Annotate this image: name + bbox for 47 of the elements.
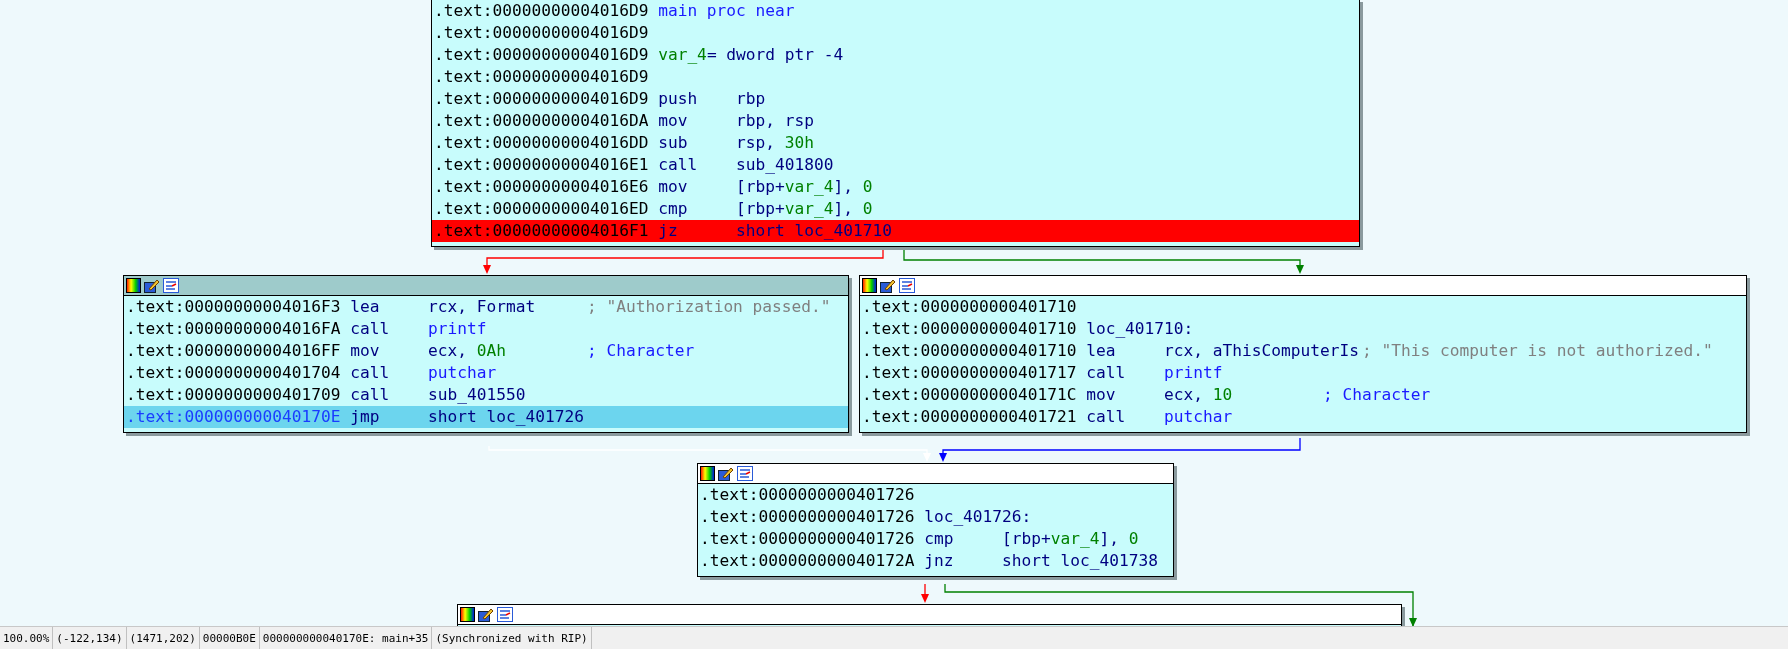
code-line[interactable]: .text:00000000004016D9 var_4= dword ptr -4 [432, 44, 1359, 66]
pencil-icon[interactable] [144, 278, 160, 293]
pencil-icon[interactable] [718, 466, 734, 481]
color-palette-icon[interactable] [862, 278, 877, 293]
graph-icon[interactable] [163, 278, 179, 293]
status-text: (Synchronized with RIP) [432, 627, 592, 649]
code-line[interactable]: .text:00000000004016F3 lea rcx, Format ; "Authorization passed." [124, 296, 848, 318]
code-line[interactable]: .text:00000000004016DD sub rsp, 30h [432, 132, 1359, 154]
code-line[interactable]: .text:0000000000401726 [698, 484, 1173, 506]
code-line[interactable]: .text:0000000000401726 loc_401726: [698, 506, 1173, 528]
graph-icon[interactable] [899, 278, 915, 293]
code-block[interactable] [859, 275, 1747, 433]
code-line[interactable]: .text:0000000000401710 [860, 296, 1746, 318]
status-text: 100.00% [0, 627, 54, 649]
code-line[interactable]: .text:00000000004016DA mov rbp, rsp [432, 110, 1359, 132]
pencil-icon[interactable] [880, 278, 896, 293]
graph-icon[interactable] [737, 466, 753, 481]
code-line[interactable]: .text:0000000000401710 loc_401710: [860, 318, 1746, 340]
status-text: 00000B0E [199, 627, 260, 649]
code-line[interactable]: .text:00000000004016D9 [432, 22, 1359, 44]
status-text: 000000000040170E: main+35 [259, 627, 433, 649]
code-line[interactable]: .text:00000000004016FA call printf [124, 318, 848, 340]
color-palette-icon[interactable] [126, 278, 141, 293]
graph-icon[interactable] [497, 607, 513, 622]
status-text: (-122,134) [53, 627, 127, 649]
code-line[interactable]: .text:000000000040172A jnz short loc_401738 [698, 550, 1173, 572]
code-block[interactable]: .text:0000000000401726 .text:0000000000401726 loc_401726: .text:0000000000401726 cmp [rbp+var_4], 0 .text:000000000040172A jnz short loc_401738 [697, 463, 1174, 577]
code-line[interactable]: .text:0000000000401726 cmp [rbp+var_4], 0 [698, 528, 1173, 550]
color-palette-icon[interactable] [700, 466, 715, 481]
code-line[interactable]: .text:00000000004016E6 mov [rbp+var_4], 0 [432, 176, 1359, 198]
code-block[interactable] [123, 275, 849, 433]
code-line[interactable]: .text:00000000004016FF mov ecx, 0Ah ; Character [124, 340, 848, 362]
code-line[interactable]: .text:00000000004016D9 main proc near [432, 0, 1359, 22]
code-line[interactable]: .text:00000000004016D9 push rbp [432, 88, 1359, 110]
code-line[interactable]: .text:0000000000401704 call putchar [124, 362, 848, 384]
code-line[interactable]: .text:00000000004016D9 [432, 66, 1359, 88]
pencil-icon[interactable] [478, 607, 494, 622]
code-line[interactable]: .text:00000000004016ED cmp [rbp+var_4], 0 [432, 198, 1359, 220]
code-line[interactable]: .text:0000000000401710 lea rcx, aThisComputerIs ; "This computer is not authorized." [860, 340, 1746, 362]
code-line[interactable]: .text:000000000040171C mov ecx, 10 ; Character [860, 384, 1746, 406]
code-line[interactable]: .text:0000000000401709 call sub_401550 [124, 384, 848, 406]
code-line[interactable]: .text:0000000000401717 call printf [860, 362, 1746, 384]
status-text: (1471,202) [126, 627, 200, 649]
code-block[interactable] [431, 0, 1360, 247]
code-line[interactable]: .text:00000000004016E1 call sub_401800 [432, 154, 1359, 176]
code-line[interactable]: .text:0000000000401721 call putchar [860, 406, 1746, 428]
color-palette-icon[interactable] [460, 607, 475, 622]
